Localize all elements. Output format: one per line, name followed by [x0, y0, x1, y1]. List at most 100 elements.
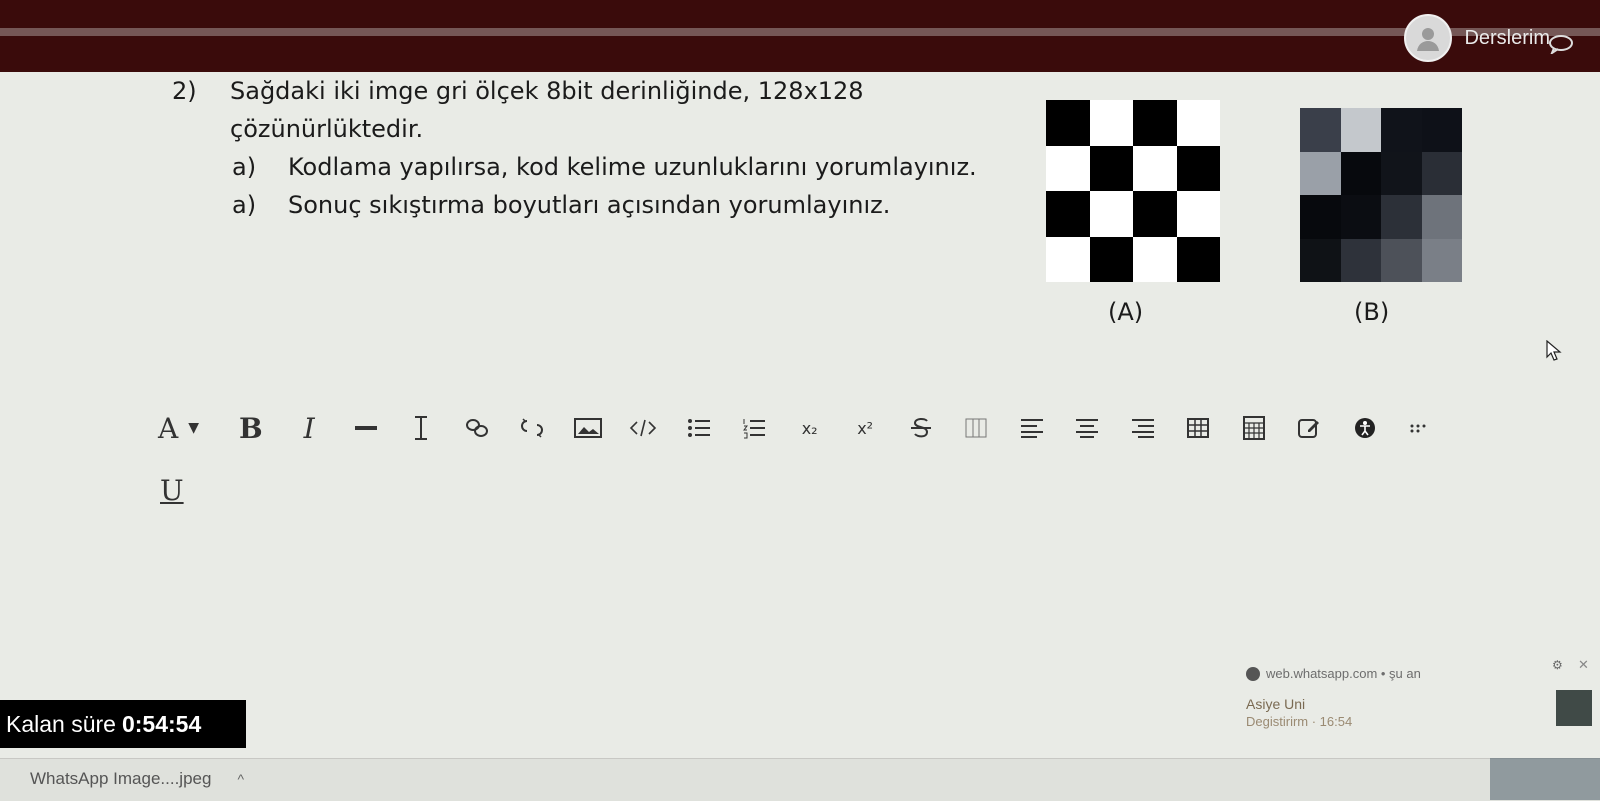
user-icon [1417, 28, 1440, 51]
question-line-1-text: Sağdaki iki imge gri ölçek 8bit derinliğ… [230, 77, 864, 105]
table-button[interactable] [1170, 410, 1226, 446]
image-pixel-block [1046, 100, 1090, 146]
image-button[interactable] [560, 410, 616, 446]
download-item[interactable]: WhatsApp Image....jpeg ^ [30, 769, 244, 789]
image-pixel-block [1133, 236, 1177, 282]
image-pixel-block [1340, 238, 1381, 282]
calculator-icon [1242, 416, 1265, 440]
font-dropdown[interactable]: A ▼ [158, 410, 221, 446]
whatsapp-notification[interactable]: web.whatsapp.com • şu an Asiye Uni Degis… [1246, 666, 1576, 738]
image-pixel-block [1176, 236, 1220, 282]
edit-button[interactable] [1281, 410, 1337, 446]
unlink-button[interactable] [504, 410, 560, 446]
system-tray [1490, 758, 1600, 800]
image-pixel-block [1133, 100, 1177, 146]
download-file-name: WhatsApp Image....jpeg [30, 769, 212, 788]
italic-button[interactable]: I [280, 410, 337, 446]
chevron-up-icon[interactable]: ^ [237, 771, 244, 787]
image-pixel-block [1300, 238, 1341, 282]
remaining-time: Kalan süre 0:54:54 [0, 700, 246, 748]
downloads-bar: WhatsApp Image....jpeg ^ [0, 758, 1600, 801]
image-pixel-block [1089, 100, 1133, 146]
notification-title: Asiye Uni [1246, 696, 1306, 712]
image-pixel-block [1133, 191, 1177, 237]
editor-toolbar: A ▼ B I x₂ x² [158, 406, 1448, 450]
chevron-down-icon: ▼ [188, 420, 200, 436]
question-number: 2) [172, 77, 197, 105]
question-item-label: a) [232, 191, 257, 219]
user-menu[interactable]: Derslerim [1404, 14, 1550, 62]
image-pixel-block [1421, 238, 1462, 282]
top-navbar: Derslerim [0, 0, 1600, 72]
remaining-time-value: 0:54:54 [121, 710, 202, 737]
question-line-1: 2) Sağdaki iki imge gri ölçek 8bit derinl… [172, 72, 1032, 110]
gear-icon[interactable]: ⚙ [1552, 658, 1563, 672]
strikethrough-button[interactable] [893, 410, 949, 446]
image-pixel-block [1176, 145, 1220, 191]
align-left-button[interactable] [1004, 410, 1060, 446]
image-pixel-block [1381, 195, 1422, 239]
question-item: a) Kodlama yapılırsa, kod kelime uzunlukl… [172, 148, 1032, 186]
question-item-text: Kodlama yapılırsa, kod kelime uzunluklar… [288, 153, 977, 181]
link-button[interactable] [449, 410, 505, 446]
chat-icon[interactable] [1548, 34, 1574, 54]
close-icon[interactable]: ✕ [1578, 658, 1589, 673]
bullet-list-icon [687, 419, 710, 437]
image-pixel-block [1300, 195, 1341, 239]
question-item: a) Sonuç sıkıştırma boyutları açısından y… [172, 186, 1032, 224]
align-right-icon [1131, 419, 1154, 438]
font-dropdown-label: A [158, 411, 179, 445]
edit-icon [1298, 419, 1320, 438]
table-columns-button[interactable] [948, 410, 1004, 446]
image-pixel-block [1089, 236, 1133, 282]
horizontal-rule-button[interactable] [338, 410, 394, 446]
image-pixel-block [1046, 191, 1090, 237]
question-text: 2) Sağdaki iki imge gri ölçek 8bit derinl… [172, 72, 1032, 224]
underline-button[interactable]: U [160, 474, 184, 507]
image-pixel-block [1381, 108, 1422, 152]
unlink-icon [521, 418, 544, 438]
more-options-button[interactable] [1392, 410, 1448, 446]
question-item-text: Sonuç sıkıştırma boyutları açısından yor… [288, 191, 891, 219]
link-icon [465, 419, 488, 437]
image-pixel-block [1300, 151, 1341, 195]
image-pixel-block [1133, 145, 1177, 191]
image-pixel-block [1340, 151, 1381, 195]
notification-avatar [1556, 690, 1592, 726]
text-cursor-button[interactable] [393, 410, 449, 446]
question-line-2: çözünürlüktedir. [230, 115, 424, 143]
align-center-button[interactable] [1059, 410, 1115, 446]
image-pixel-block [1381, 151, 1422, 195]
image-pixel-block [1421, 195, 1462, 239]
bold-button[interactable]: B [221, 410, 280, 446]
remaining-time-label: Kalan süre [6, 710, 116, 737]
image-icon [573, 418, 602, 438]
code-icon [630, 419, 657, 437]
bullet-list-button[interactable] [671, 410, 727, 446]
image-pixel-block [1046, 236, 1090, 282]
image-pixel-block [1421, 108, 1462, 152]
user-menu-label[interactable]: Derslerim [1464, 27, 1550, 50]
numbered-list-button[interactable] [726, 410, 782, 446]
image-pixel-block [1089, 145, 1133, 191]
align-center-icon [1076, 419, 1099, 438]
notification-source: web.whatsapp.com • şu an [1246, 666, 1576, 681]
align-left-icon [1020, 419, 1043, 438]
image-pixel-block [1340, 108, 1381, 152]
calculator-button[interactable] [1226, 410, 1282, 446]
accessibility-button[interactable] [1337, 410, 1393, 446]
avatar[interactable] [1404, 14, 1453, 62]
subscript-button[interactable]: x₂ [782, 410, 838, 446]
code-button[interactable] [615, 410, 671, 446]
mouse-cursor-icon [1546, 340, 1562, 361]
numbered-list-icon [743, 419, 766, 439]
superscript-button[interactable]: x² [837, 410, 893, 446]
notification-message: Degistirirm · 16:54 [1246, 714, 1353, 729]
align-right-button[interactable] [1115, 410, 1171, 446]
notification-source-text: web.whatsapp.com • şu an [1266, 666, 1421, 681]
dots-grid-icon [1410, 424, 1426, 433]
image-pixel-block [1089, 191, 1133, 237]
accessibility-icon [1354, 418, 1375, 438]
question-item-label: a) [232, 153, 257, 181]
image-pixel-block [1046, 145, 1090, 191]
